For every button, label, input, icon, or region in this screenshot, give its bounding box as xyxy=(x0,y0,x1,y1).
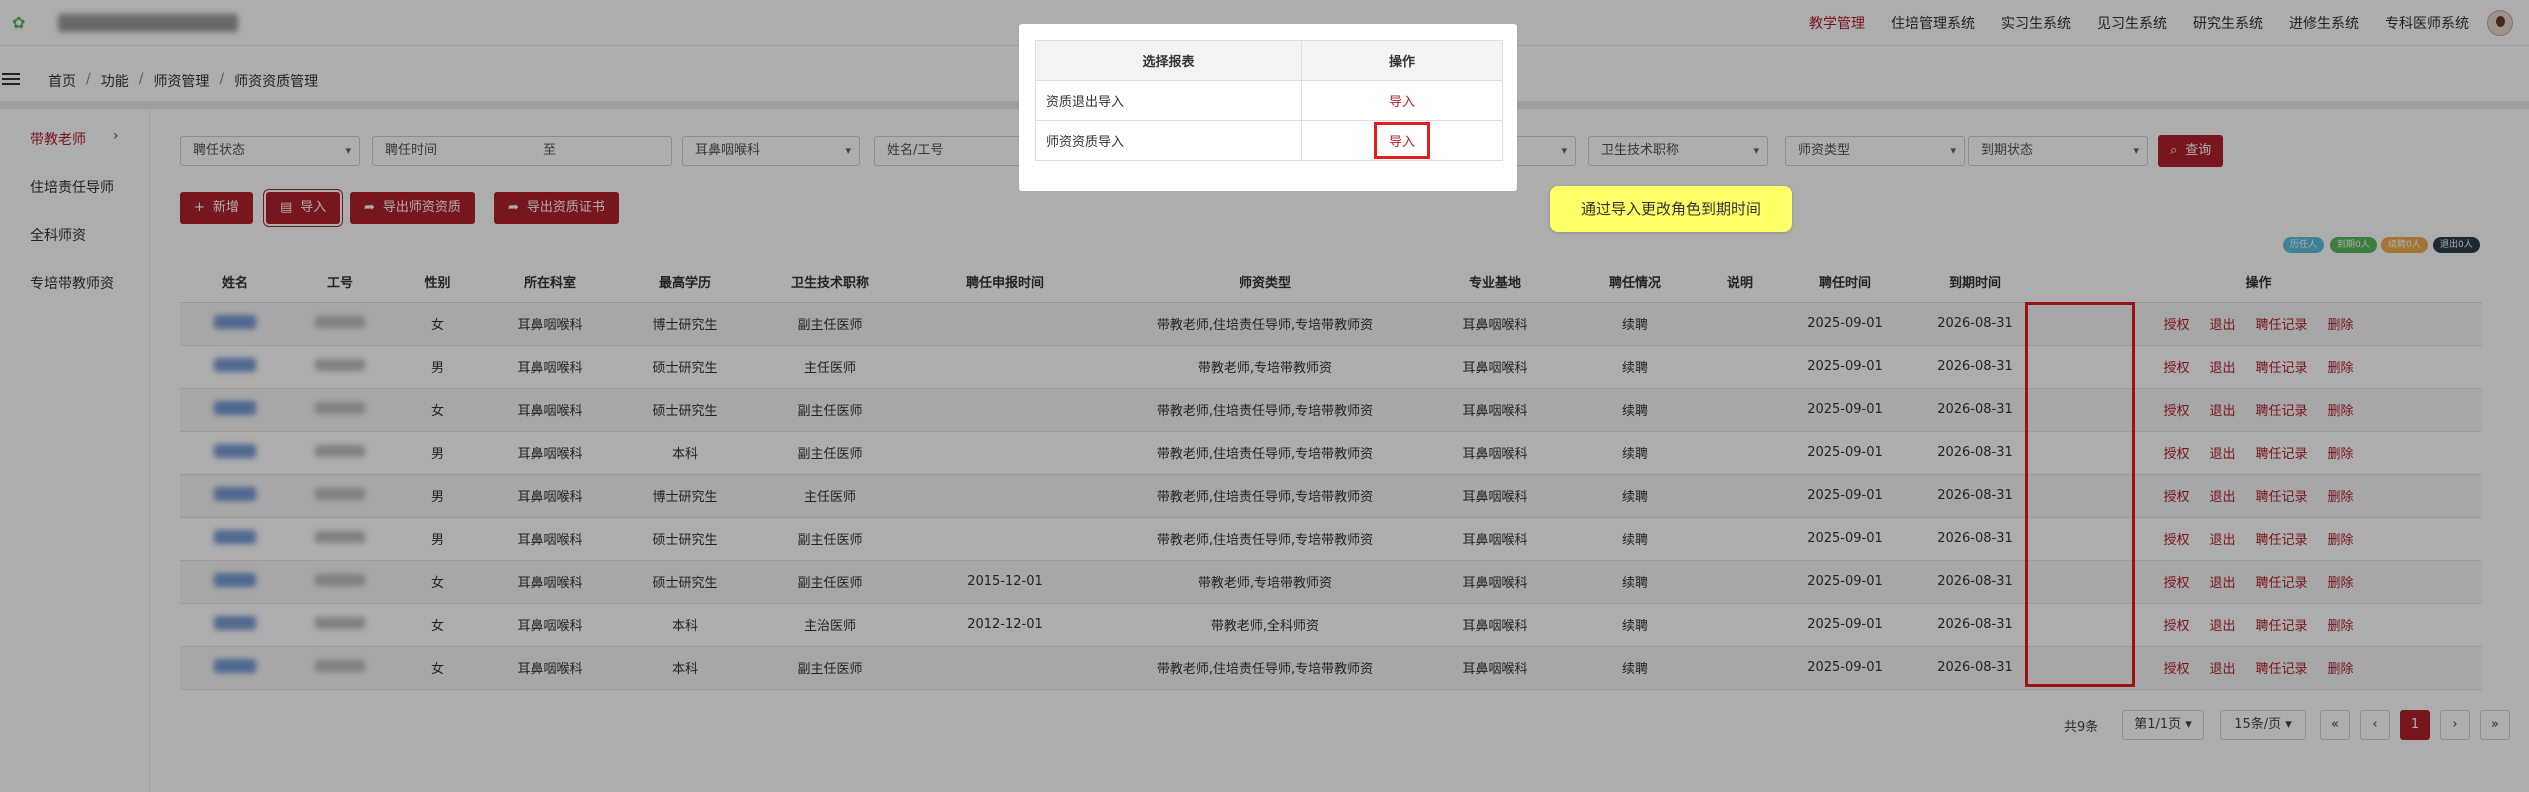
report-name: 师资资质导入 xyxy=(1035,120,1302,161)
modal-row: 资质退出导入 导入 xyxy=(1035,80,1503,121)
report-select-table: 选择报表 操作 资质退出导入 导入 师资资质导入 导入 xyxy=(1035,40,1503,161)
modal-row: 师资资质导入 导入 xyxy=(1035,120,1503,161)
import-exit-link[interactable]: 导入 xyxy=(1301,80,1503,121)
modal-col-report: 选择报表 xyxy=(1035,40,1302,81)
callout-tooltip: 通过导入更改角色到期时间 xyxy=(1550,186,1792,232)
import-qualification-cell: 导入 xyxy=(1301,120,1503,161)
import-qualification-link[interactable]: 导入 xyxy=(1373,122,1430,159)
modal-col-action: 操作 xyxy=(1301,40,1503,81)
report-name: 资质退出导入 xyxy=(1035,80,1302,121)
import-report-modal: 选择报表 操作 资质退出导入 导入 师资资质导入 导入 xyxy=(1019,24,1517,191)
